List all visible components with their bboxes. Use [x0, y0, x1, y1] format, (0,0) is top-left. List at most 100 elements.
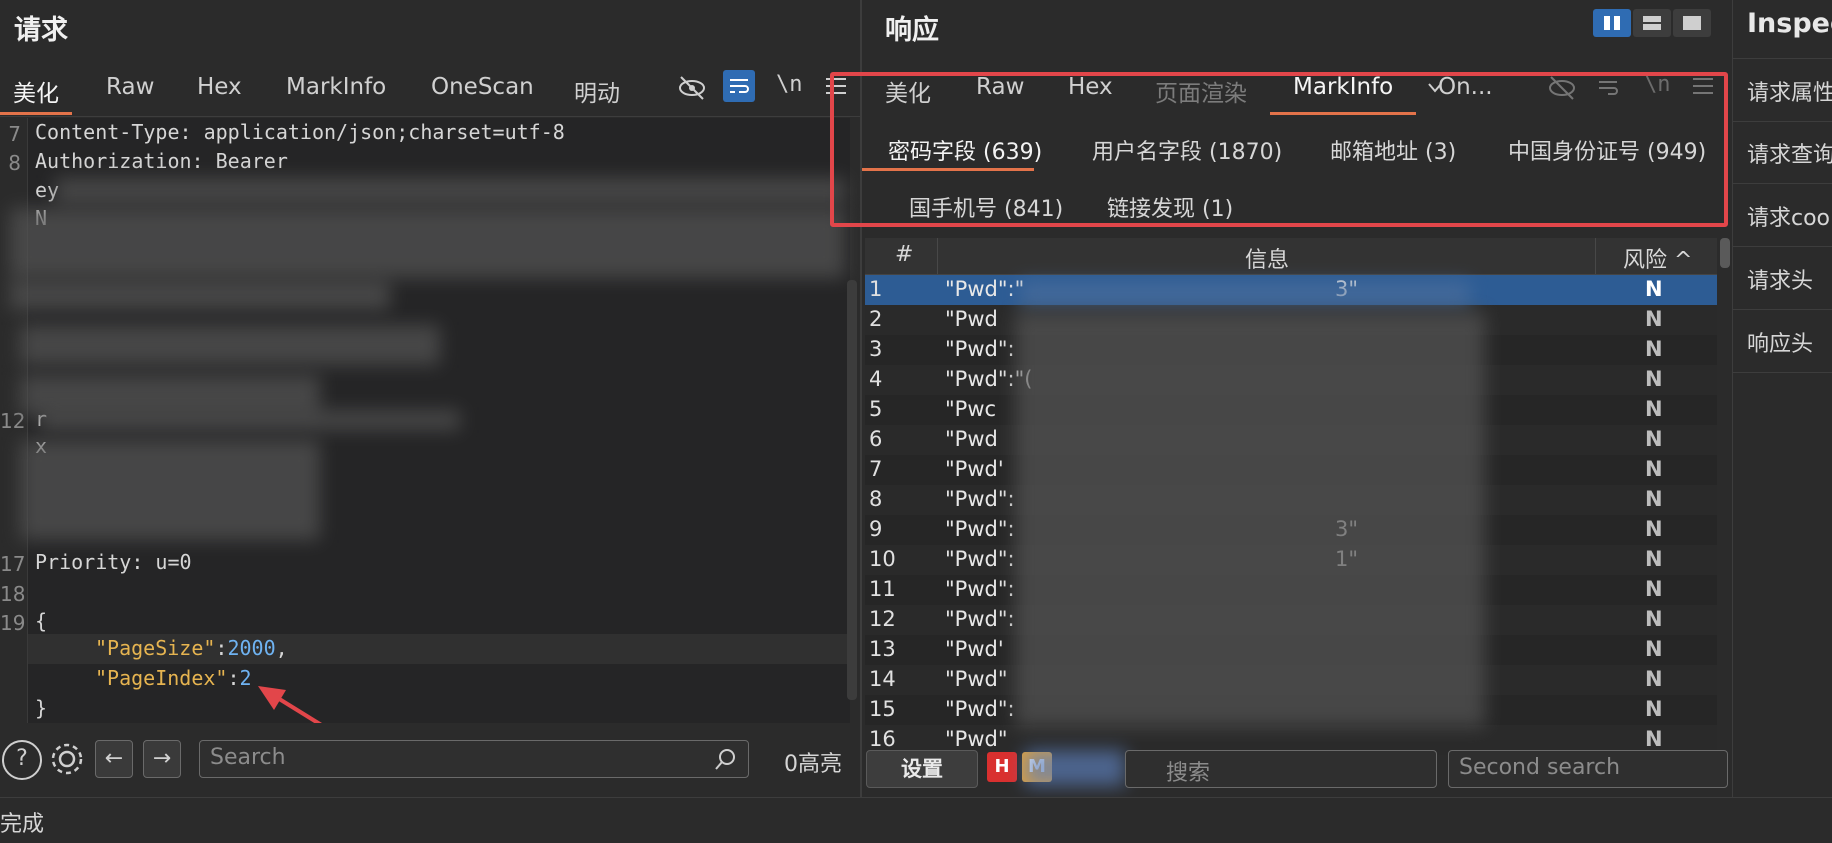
row-risk: N: [1645, 307, 1663, 331]
row-number: 14: [869, 667, 896, 691]
redacted-region: [20, 325, 440, 365]
row-number: 12: [869, 607, 896, 631]
inspector-request-headers[interactable]: 请求头: [1733, 247, 1832, 310]
row-number: 11: [869, 577, 896, 601]
inspector-request-attributes[interactable]: 请求属性: [1733, 58, 1832, 122]
json-comma: ,: [275, 636, 288, 660]
inspector-response-headers[interactable]: 响应头: [1733, 310, 1832, 373]
req-tab-mingdong[interactable]: 明动: [574, 74, 620, 108]
code-line: Content-Type: application/json;charset=u…: [35, 120, 565, 144]
help-icon[interactable]: ?: [2, 740, 42, 780]
forward-button[interactable]: →: [143, 740, 181, 778]
search-icon: [715, 749, 735, 770]
redacted-region: [20, 440, 320, 540]
search-placeholder: Search: [210, 745, 286, 770]
redacted-region: [1025, 750, 1125, 786]
row-number: 6: [869, 427, 883, 451]
row-info: "Pwd: [945, 427, 998, 451]
inspector-item-label: 响应头: [1747, 332, 1814, 357]
row-info: "Pwd": [945, 667, 1008, 691]
code-line: Priority: u=0: [35, 550, 192, 574]
inspector-item-label: 请求头: [1747, 269, 1814, 294]
row-number: 15: [869, 697, 896, 721]
redacted-region: [1015, 312, 1485, 727]
json-line-pageindex: "PageIndex":2: [95, 666, 252, 690]
row-info: "Pwd":: [945, 577, 1015, 601]
eye-off-icon[interactable]: [676, 72, 708, 104]
json-key: "PageIndex": [95, 666, 228, 690]
table-scrollbar[interactable]: [1720, 238, 1730, 268]
row-risk: N: [1645, 667, 1663, 691]
row-risk: N: [1645, 397, 1663, 421]
row-info: "Pwd: [945, 307, 998, 331]
row-info: "Pwd":: [945, 337, 1015, 361]
json-colon: :: [227, 666, 240, 690]
editor-scrollbar[interactable]: [847, 280, 857, 700]
row-info: "Pwc: [945, 397, 997, 421]
inspector-item-label: 请求属性: [1747, 81, 1832, 106]
row-number: 1: [869, 277, 883, 301]
line-number: 8: [8, 151, 21, 175]
newline-toggle[interactable]: \n: [776, 72, 803, 97]
row-info: "Pwd': [945, 457, 1004, 481]
settings-button[interactable]: 设置: [866, 750, 978, 788]
row-risk: N: [1645, 277, 1663, 301]
row-risk: N: [1645, 457, 1663, 481]
row-risk: N: [1645, 367, 1663, 391]
layout-stacked-button[interactable]: [1633, 9, 1671, 37]
request-search-input[interactable]: Search: [199, 740, 749, 778]
redacted-region: [10, 280, 390, 310]
row-number: 9: [869, 517, 883, 541]
req-tab-active-indicator: [0, 112, 72, 115]
row-number: 8: [869, 487, 883, 511]
wrap-icon[interactable]: [723, 70, 755, 102]
row-number: 3: [869, 337, 883, 361]
row-info: "Pwd":": [945, 277, 1025, 301]
status-bar: 完成: [0, 797, 1832, 843]
redacted-region: [1020, 282, 1470, 306]
row-info: "Pwd":: [945, 607, 1015, 631]
col-divider: [1595, 238, 1596, 274]
back-button[interactable]: ←: [95, 740, 133, 778]
col-risk[interactable]: 风险 ^: [1623, 242, 1692, 274]
req-tab-beautify[interactable]: 美化: [13, 74, 59, 108]
col-number[interactable]: #: [895, 242, 913, 267]
inspector-item-label: 请求coo: [1747, 206, 1831, 231]
row-risk: N: [1645, 487, 1663, 511]
row-number: 2: [869, 307, 883, 331]
annotation-highlight-box: [830, 72, 1728, 227]
findings-table-header: # 信息 风险 ^: [865, 238, 1717, 275]
line-number: 12: [0, 409, 26, 433]
inspector-request-cookies[interactable]: 请求coo: [1733, 184, 1832, 247]
row-info: "Pwd":: [945, 697, 1015, 721]
req-tab-hex[interactable]: Hex: [197, 74, 242, 100]
second-search-placeholder: Second search: [1459, 755, 1621, 780]
redacted-region: [20, 375, 320, 415]
req-tab-raw[interactable]: Raw: [106, 74, 154, 100]
highlight-count: 0高亮: [784, 752, 842, 777]
gear-icon[interactable]: [48, 740, 86, 778]
inspector-sidebar: Inspec 请求属性 请求查询 请求coo 请求头 响应头: [1732, 0, 1832, 797]
inspector-item-label: 请求查询: [1747, 143, 1832, 168]
redacted-region: [40, 410, 460, 430]
row-number: 5: [869, 397, 883, 421]
inspector-request-query[interactable]: 请求查询: [1733, 121, 1832, 184]
row-info: "Pwd': [945, 637, 1004, 661]
layout-side-by-side-button[interactable]: [1593, 9, 1631, 37]
row-number: 7: [869, 457, 883, 481]
req-tab-markinfo[interactable]: MarkInfo: [286, 74, 386, 100]
row-number: 10: [869, 547, 896, 571]
tag-high[interactable]: H: [987, 752, 1017, 782]
col-info[interactable]: 信息: [1245, 242, 1289, 274]
second-search-input[interactable]: Second search: [1448, 750, 1728, 788]
status-text: 完成: [0, 812, 45, 837]
response-search-input[interactable]: 搜索: [1125, 750, 1437, 788]
json-brace-close: }: [35, 696, 48, 720]
layout-single-button[interactable]: [1673, 9, 1711, 37]
req-tab-onescan[interactable]: OneScan: [431, 74, 534, 100]
inspector-title: Inspec: [1747, 8, 1832, 39]
row-risk: N: [1645, 577, 1663, 601]
row-risk: N: [1645, 427, 1663, 451]
col-divider: [937, 238, 938, 274]
row-info: "Pwd":: [945, 547, 1015, 571]
